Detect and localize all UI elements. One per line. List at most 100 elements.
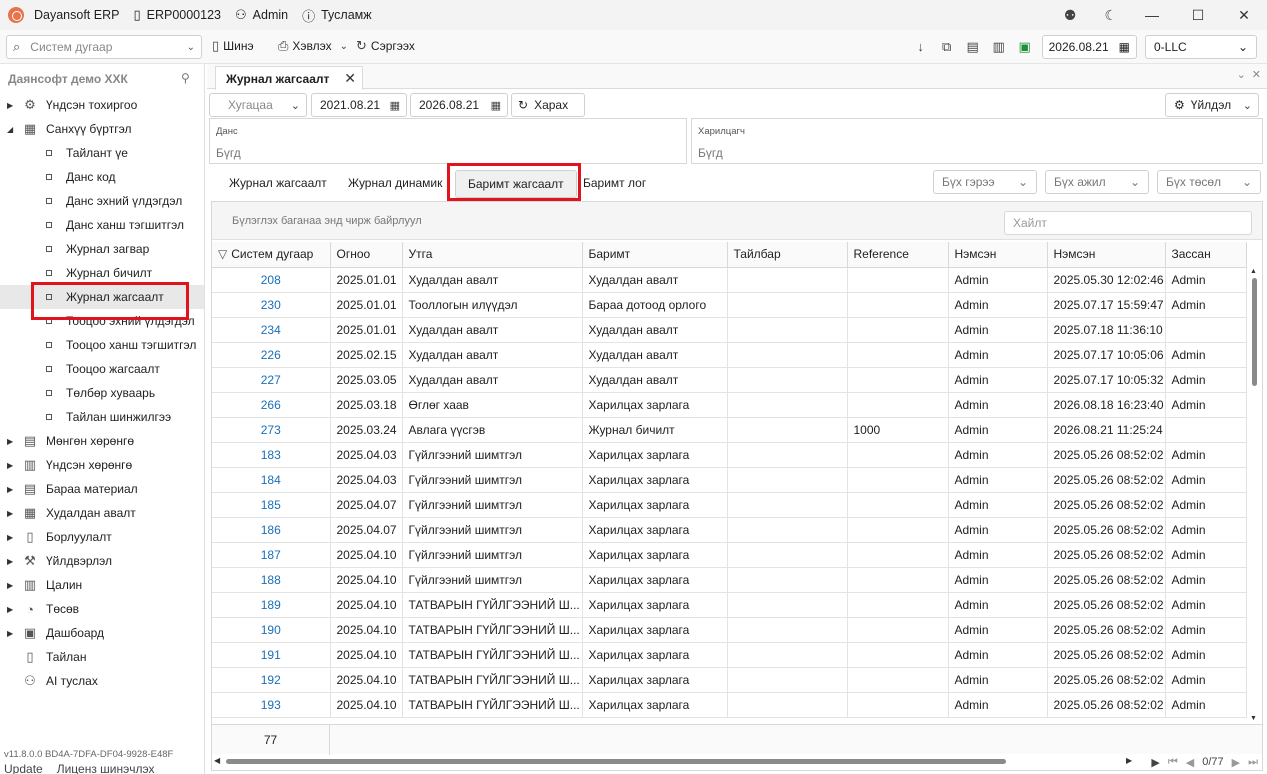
previous-page-icon[interactable]: ◀ — [1186, 756, 1194, 769]
chevron-down-icon[interactable]: ⌄ — [187, 42, 195, 53]
cell-system-number[interactable]: 227 — [212, 367, 331, 393]
column-header-note[interactable]: Тайлбар — [727, 242, 848, 268]
cell-system-number[interactable]: 185 — [212, 492, 331, 518]
sidebar-item-salary[interactable]: ▶ ▥ Цалин — [0, 573, 204, 597]
date-from-picker[interactable]: 2021.08.21 ▦ — [311, 93, 407, 117]
horizontal-scrollbar[interactable]: ◀ ▶ ▶ ⏮ ◀ 0/77 ▶ ⏭ — [212, 754, 1262, 770]
sidebar-item-production[interactable]: ▶ ⚒ Үйлдвэрлэл — [0, 549, 204, 573]
expand-arrow-icon[interactable]: ▶ — [7, 533, 13, 542]
scroll-down-icon[interactable]: ▼ — [1250, 715, 1257, 722]
column-header-modified-by[interactable]: Зассан — [1165, 242, 1247, 268]
sidebar-item-budget[interactable]: ▶ ◔ Төсөв — [0, 597, 204, 621]
table-row[interactable]: 184 2025.04.03 Гүйлгээний шимтгэл Харилцах … — [212, 467, 1247, 493]
close-tab-icon[interactable]: ✕ — [344, 70, 356, 87]
table-row[interactable]: 189 2025.04.10 ТАТВАРЫН ГҮЙЛГЭЭНИЙ Ш... Хар… — [212, 592, 1247, 618]
sidebar-item-cash[interactable]: ▶ ▤ Мөнгөн хөрөнгө — [0, 429, 204, 453]
company-selector[interactable]: 0-LLC ⌄ — [1145, 35, 1257, 59]
sidebar-child-journal-template[interactable]: Журнал загвар — [0, 237, 204, 261]
column-header-document[interactable]: Баримт — [582, 242, 728, 268]
database-selector[interactable]: ▯ ERP0000123 — [133, 7, 221, 23]
job-filter-select[interactable]: Бүх ажил ⌄ — [1045, 170, 1149, 194]
cell-system-number[interactable]: 184 — [212, 467, 331, 493]
help-menu[interactable]: ⓘ Тусламж — [302, 6, 372, 25]
sidebar-item-dashboard[interactable]: ▶ ▣ Дашбоард — [0, 621, 204, 645]
system-number-search[interactable]: ⌕ Систем дугаар ⌄ — [6, 35, 202, 59]
table-row[interactable]: 266 2025.03.18 Өглөг хаав Харилцах зарлага A… — [212, 392, 1247, 418]
period-select[interactable]: Хугацаа ⌄ — [209, 93, 307, 117]
sidebar-child-settlement-opening[interactable]: Тооцоо эхний үлдэгдэл — [0, 309, 204, 333]
table-row[interactable]: 208 2025.01.01 Худалдан авалт Худалдан авал… — [212, 267, 1247, 293]
cell-system-number[interactable]: 226 — [212, 342, 331, 368]
action-menu-button[interactable]: ⚙ Үйлдэл ⌄ — [1165, 93, 1259, 117]
column-header-description[interactable]: Утга — [402, 242, 583, 268]
expand-arrow-icon[interactable]: ▶ — [7, 557, 13, 566]
expand-arrow-icon[interactable]: ▶ — [7, 629, 13, 638]
first-page-icon[interactable]: ⏮ — [1168, 756, 1178, 769]
sidebar-child-period[interactable]: Тайлант үе — [0, 141, 204, 165]
cell-system-number[interactable]: 208 — [212, 267, 331, 293]
new-button[interactable]: ▯ Шинэ — [212, 38, 254, 54]
show-button[interactable]: ↻ Харах — [511, 93, 585, 117]
sidebar-child-account-opening[interactable]: Данс эхний үлдэгдэл — [0, 189, 204, 213]
expand-arrow-icon[interactable]: ▶ — [7, 101, 13, 110]
tab-journal-dynamic[interactable]: Журнал динамик — [348, 176, 442, 190]
collapse-arrow-icon[interactable]: ◢ — [7, 125, 13, 134]
expand-arrow-icon[interactable]: ▶ — [7, 437, 13, 446]
table-row[interactable]: 192 2025.04.10 ТАТВАРЫН ГҮЙЛГЭЭНИЙ Ш... Хар… — [212, 667, 1247, 693]
sidebar-item-purchase[interactable]: ▶ ▦ Худалдан авалт — [0, 501, 204, 525]
table-row[interactable]: 186 2025.04.07 Гүйлгээний шимтгэл Харилцах … — [212, 517, 1247, 543]
scroll-right-icon[interactable]: ▶ — [1126, 756, 1132, 765]
sidebar-child-payment-schedule[interactable]: Төлбөр хуваарь — [0, 381, 204, 405]
contract-filter-select[interactable]: Бүх гэрээ ⌄ — [933, 170, 1037, 194]
work-date-picker[interactable]: 2026.08.21 ▦ — [1041, 35, 1137, 59]
table-row[interactable]: 227 2025.03.05 Худалдан авалт Худалдан авал… — [212, 367, 1247, 393]
user-menu[interactable]: ⚇ Admin — [235, 7, 288, 23]
account-filter[interactable]: Данс Бүгд — [209, 118, 687, 164]
copy-icon[interactable]: ⧉ — [938, 38, 956, 56]
sidebar-child-report-analysis[interactable]: Тайлан шинжилгээ — [0, 405, 204, 429]
sidebar-item-inventory[interactable]: ▶ ▤ Бараа материал — [0, 477, 204, 501]
sidebar-child-settlement-revaluation[interactable]: Тооцоо ханш тэгшитгэл — [0, 333, 204, 357]
last-page-icon[interactable]: ⏭ — [1248, 756, 1258, 769]
cell-system-number[interactable]: 234 — [212, 317, 331, 343]
sidebar-item-ai-assistant[interactable]: ⚇ AI туслах — [0, 669, 204, 693]
cell-system-number[interactable]: 186 — [212, 517, 331, 543]
license-link[interactable]: Лиценз шинэчлэх — [57, 762, 155, 774]
sidebar-child-account-code[interactable]: Данс код — [0, 165, 204, 189]
project-filter-select[interactable]: Бүх төсөл ⌄ — [1157, 170, 1261, 194]
date-to-picker[interactable]: 2026.08.21 ▦ — [410, 93, 508, 117]
pin-icon[interactable]: ⚲ — [181, 71, 190, 85]
table-row[interactable]: 226 2025.02.15 Худалдан авалт Худалдан авал… — [212, 342, 1247, 368]
sidebar-child-journal-list[interactable]: Журнал жагсаалт — [0, 285, 204, 309]
column-header-created-by[interactable]: Нэмсэн — [948, 242, 1048, 268]
paste-icon[interactable]: ▥ — [990, 38, 1008, 56]
cell-system-number[interactable]: 230 — [212, 292, 331, 318]
cell-system-number[interactable]: 273 — [212, 417, 331, 443]
tab-journal-list[interactable]: Журнал жагсаалт — [229, 176, 327, 190]
sidebar-item-report[interactable]: ▯ Тайлан — [0, 645, 204, 669]
cell-system-number[interactable]: 191 — [212, 642, 331, 668]
tab-document-list[interactable]: Баримт жагсаалт — [455, 170, 577, 198]
scroll-up-icon[interactable]: ▲ — [1250, 268, 1257, 275]
sidebar-child-settlement-list[interactable]: Тооцоо жагсаалт — [0, 357, 204, 381]
refresh-button[interactable]: ↻ Сэргээх — [356, 38, 415, 54]
table-row[interactable]: 230 2025.01.01 Тооллогын илүүдэл Бараа дото… — [212, 292, 1247, 318]
sidebar-item-settings[interactable]: ▶ ⚙ Үндсэн тохиргоо — [0, 93, 204, 117]
table-row[interactable]: 234 2025.01.01 Худалдан авалт Худалдан авал… — [212, 317, 1247, 343]
update-link[interactable]: Update — [4, 762, 43, 774]
table-row[interactable]: 190 2025.04.10 ТАТВАРЫН ГҮЙЛГЭЭНИЙ Ш... Хар… — [212, 617, 1247, 643]
scroll-left-icon[interactable]: ◀ — [214, 756, 220, 765]
table-row[interactable]: 188 2025.04.10 Гүйлгээний шимтгэл Харилцах … — [212, 567, 1247, 593]
expand-arrow-icon[interactable]: ▶ — [7, 581, 13, 590]
sidebar-item-finance[interactable]: ◢ ▦ Санхүү бүртгэл — [0, 117, 204, 141]
cell-system-number[interactable]: 192 — [212, 667, 331, 693]
column-header-system-number[interactable]: ▽ Систем дугаар — [212, 242, 331, 268]
column-header-date[interactable]: Огноо — [330, 242, 403, 268]
tab-journal-list[interactable]: Журнал жагсаалт ✕ — [215, 66, 363, 90]
cell-system-number[interactable]: 266 — [212, 392, 331, 418]
table-row[interactable]: 185 2025.04.07 Гүйлгээний шимтгэл Харилцах … — [212, 492, 1247, 518]
sidebar-item-fixed-assets[interactable]: ▶ ▥ Үндсэн хөрөнгө — [0, 453, 204, 477]
vertical-scrollbar[interactable]: ▲ ▼ — [1250, 268, 1260, 722]
cash-register-icon[interactable]: ▣ — [1016, 38, 1034, 56]
expand-arrow-icon[interactable]: ▶ — [7, 509, 13, 518]
